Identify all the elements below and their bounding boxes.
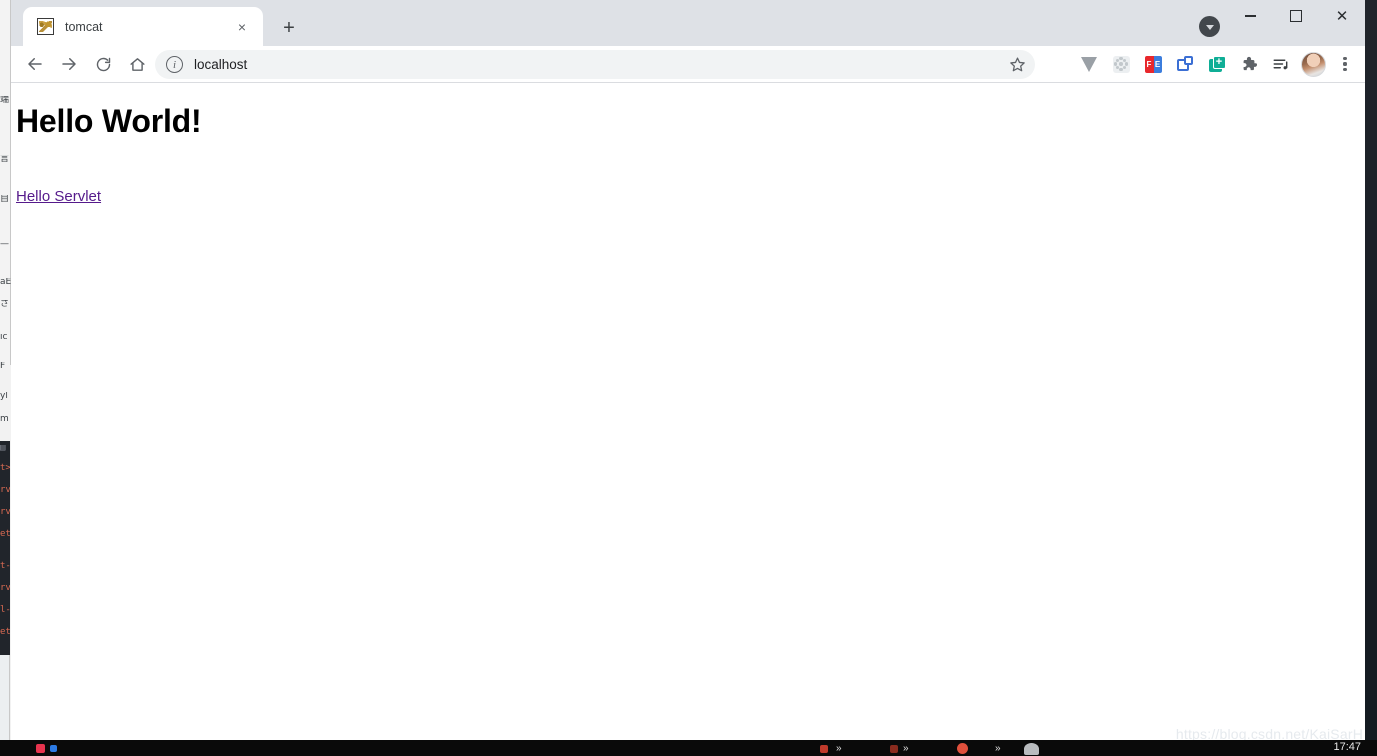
new-tab-button[interactable]: +	[275, 14, 303, 42]
home-button[interactable]	[121, 48, 153, 80]
close-tab-icon[interactable]: ×	[231, 16, 253, 38]
ide-glyph: aE	[0, 278, 11, 287]
ide-glyph: —	[0, 240, 9, 249]
taskbar-icon-3[interactable]	[820, 742, 828, 755]
forward-button[interactable]	[53, 48, 85, 80]
reload-icon	[96, 57, 110, 71]
taskbar-icon-1[interactable]	[36, 742, 45, 755]
three-dots-menu-icon	[1337, 56, 1353, 72]
ide-glyph: yl	[0, 392, 8, 401]
tab-title: tomcat	[65, 19, 103, 34]
arrow-left-icon	[28, 58, 42, 70]
new-window-icon: +	[1208, 55, 1226, 73]
grid-dots-icon	[1112, 55, 1130, 73]
feishu-extension-button[interactable]: FE	[1137, 48, 1169, 80]
chrome-browser-window: tomcat × + ✕ i localhost F E + Hello Wor…	[11, 0, 1365, 740]
back-button[interactable]	[19, 48, 51, 80]
ide-left-panel	[0, 0, 11, 365]
playlist-icon	[1273, 59, 1288, 70]
close-window-button[interactable]: ✕	[1319, 0, 1365, 32]
taskbar-overflow-3[interactable]: »	[995, 742, 1001, 755]
tomcat-favicon-icon	[37, 18, 54, 35]
chevron-down-icon	[1205, 24, 1214, 30]
feishu-icon: FE	[1144, 55, 1162, 73]
profile-button[interactable]	[1297, 48, 1329, 80]
grid-extension-button[interactable]	[1105, 48, 1137, 80]
vimium-icon	[1081, 56, 1097, 72]
ide-glyph: 端	[0, 96, 10, 105]
ide-code-glyph: et	[0, 529, 10, 539]
reload-button[interactable]	[87, 48, 119, 80]
vimium-extension-button[interactable]	[1073, 48, 1105, 80]
ide-code-glyph: rv	[0, 507, 10, 517]
ide-glyph: 言	[0, 155, 10, 164]
windows-taskbar: » » » 17:47	[0, 740, 1377, 756]
ide-code-glyph: ▤	[0, 443, 6, 453]
taskbar-icon-5[interactable]	[957, 742, 968, 755]
window-split-icon	[1176, 55, 1194, 73]
extensions-menu-button[interactable]	[1233, 48, 1265, 80]
taskbar-icon-6[interactable]	[1024, 742, 1039, 755]
page-heading: Hello World!	[16, 103, 202, 139]
taskbar-icon-4[interactable]	[890, 742, 898, 755]
home-icon	[129, 57, 145, 71]
info-circle-icon[interactable]: i	[166, 56, 183, 73]
avatar	[1300, 51, 1326, 77]
background-ide-left-sliver: 端 言 自 — aE さ ic F yl m ▤ t> rv rv et t- …	[0, 0, 11, 740]
playlist-extension-button[interactable]	[1265, 48, 1297, 80]
tab-strip: tomcat × + ✕	[11, 0, 1365, 46]
browser-tab-tomcat[interactable]: tomcat ×	[23, 7, 263, 46]
bookmark-star-icon[interactable]	[1006, 53, 1029, 76]
minimize-window-button[interactable]	[1227, 0, 1273, 32]
ide-left-bottom-panel	[0, 655, 10, 740]
desktop-background: 端 言 自 — aE さ ic F yl m ▤ t> rv rv et t- …	[0, 0, 1377, 756]
ide-right-gradient	[1365, 0, 1377, 740]
ide-glyph: ic	[0, 333, 8, 342]
ide-glyph: さ	[0, 300, 10, 309]
ide-code-glyph: rv	[0, 583, 10, 593]
page-viewport: Hello World! Hello Servlet	[11, 84, 1365, 740]
star-icon	[1010, 57, 1025, 72]
taskbar-overflow-2[interactable]: »	[903, 742, 909, 755]
taskbar-clock[interactable]: 17:47	[1333, 741, 1361, 753]
background-ide-right-sliver	[1365, 0, 1377, 740]
url-text: localhost	[194, 57, 248, 72]
ide-code-glyph: t>	[0, 463, 10, 473]
ide-code-glyph: t-	[0, 561, 10, 571]
ide-code-glyph: rv	[0, 485, 10, 495]
taskbar-overflow-1[interactable]: »	[836, 742, 842, 755]
tab-search-button[interactable]	[1199, 16, 1220, 37]
arrow-right-icon	[62, 58, 76, 70]
ide-glyph: m	[0, 415, 9, 424]
address-bar[interactable]: i localhost	[155, 50, 1035, 79]
browser-toolbar: i localhost F E +	[11, 46, 1365, 83]
ide-code-editor-sliver: ▤ t> rv rv et t- rv l- et	[0, 441, 10, 655]
puzzle-extensions-icon	[1243, 56, 1258, 71]
window-caption-buttons: ✕	[1227, 0, 1365, 46]
chrome-menu-button[interactable]	[1329, 48, 1361, 80]
ide-code-glyph: l-	[0, 605, 10, 615]
new-window-extension-button[interactable]: +	[1201, 48, 1233, 80]
ide-glyph: F	[0, 362, 6, 371]
window-split-extension-button[interactable]	[1169, 48, 1201, 80]
ide-code-glyph: et	[0, 627, 10, 637]
ide-glyph: 自	[0, 195, 10, 204]
extensions-bar: FE +	[1073, 48, 1361, 80]
hello-servlet-link[interactable]: Hello Servlet	[16, 188, 101, 205]
taskbar-icon-2[interactable]	[50, 742, 57, 755]
maximize-window-button[interactable]	[1273, 0, 1319, 32]
